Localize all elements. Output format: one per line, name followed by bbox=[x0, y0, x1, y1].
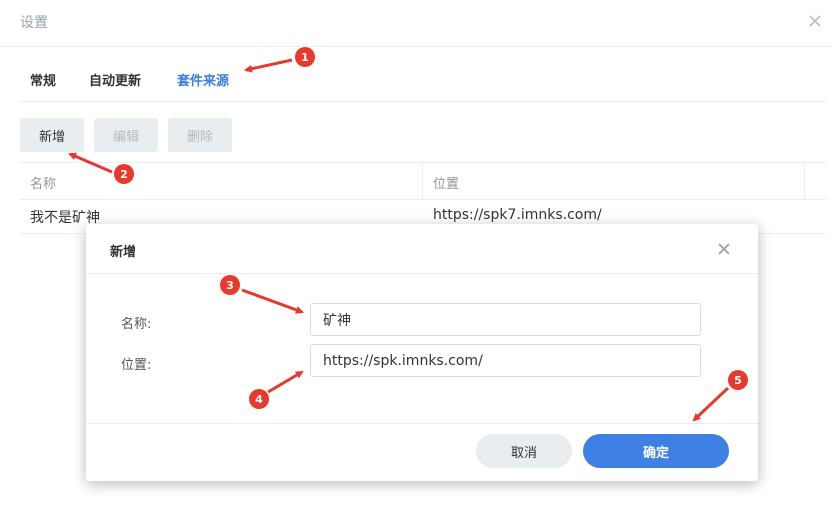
column-header-location[interactable]: 位置 bbox=[433, 173, 459, 192]
location-input[interactable] bbox=[310, 344, 701, 377]
dialog-footer-divider bbox=[86, 423, 758, 424]
location-label: 位置: bbox=[121, 358, 152, 373]
name-input[interactable] bbox=[310, 303, 701, 336]
edit-button[interactable]: 编辑 bbox=[94, 118, 158, 152]
column-divider bbox=[804, 163, 805, 199]
add-button[interactable]: 新增 bbox=[20, 118, 84, 152]
add-source-dialog: 新增 名称: 位置: 取消 确定 bbox=[86, 224, 758, 481]
tab-auto-update[interactable]: 自动更新 bbox=[89, 70, 141, 89]
dialog-divider bbox=[86, 273, 758, 274]
delete-button[interactable]: 删除 bbox=[168, 118, 232, 152]
dialog-title: 新增 bbox=[110, 245, 137, 260]
badge-1: 1 bbox=[301, 51, 309, 64]
ok-button[interactable]: 确定 bbox=[583, 434, 729, 468]
table-header: 名称 位置 bbox=[20, 162, 826, 200]
tabs-divider bbox=[20, 101, 826, 102]
cancel-button[interactable]: 取消 bbox=[476, 434, 572, 468]
close-icon bbox=[809, 15, 821, 27]
row-location-cell: https://spk7.imnks.com/ bbox=[433, 207, 602, 223]
dialog-close-button[interactable] bbox=[715, 240, 733, 258]
title-divider bbox=[0, 46, 832, 47]
tab-general[interactable]: 常规 bbox=[30, 70, 56, 89]
column-header-name[interactable]: 名称 bbox=[30, 173, 56, 192]
name-label: 名称: bbox=[121, 317, 152, 332]
window-close-button[interactable] bbox=[806, 12, 824, 30]
tab-package-sources[interactable]: 套件来源 bbox=[177, 70, 229, 89]
window-title: 设置 bbox=[20, 15, 48, 31]
close-icon bbox=[718, 243, 730, 255]
annotation-1: 1 bbox=[244, 47, 315, 73]
column-divider bbox=[422, 163, 423, 199]
